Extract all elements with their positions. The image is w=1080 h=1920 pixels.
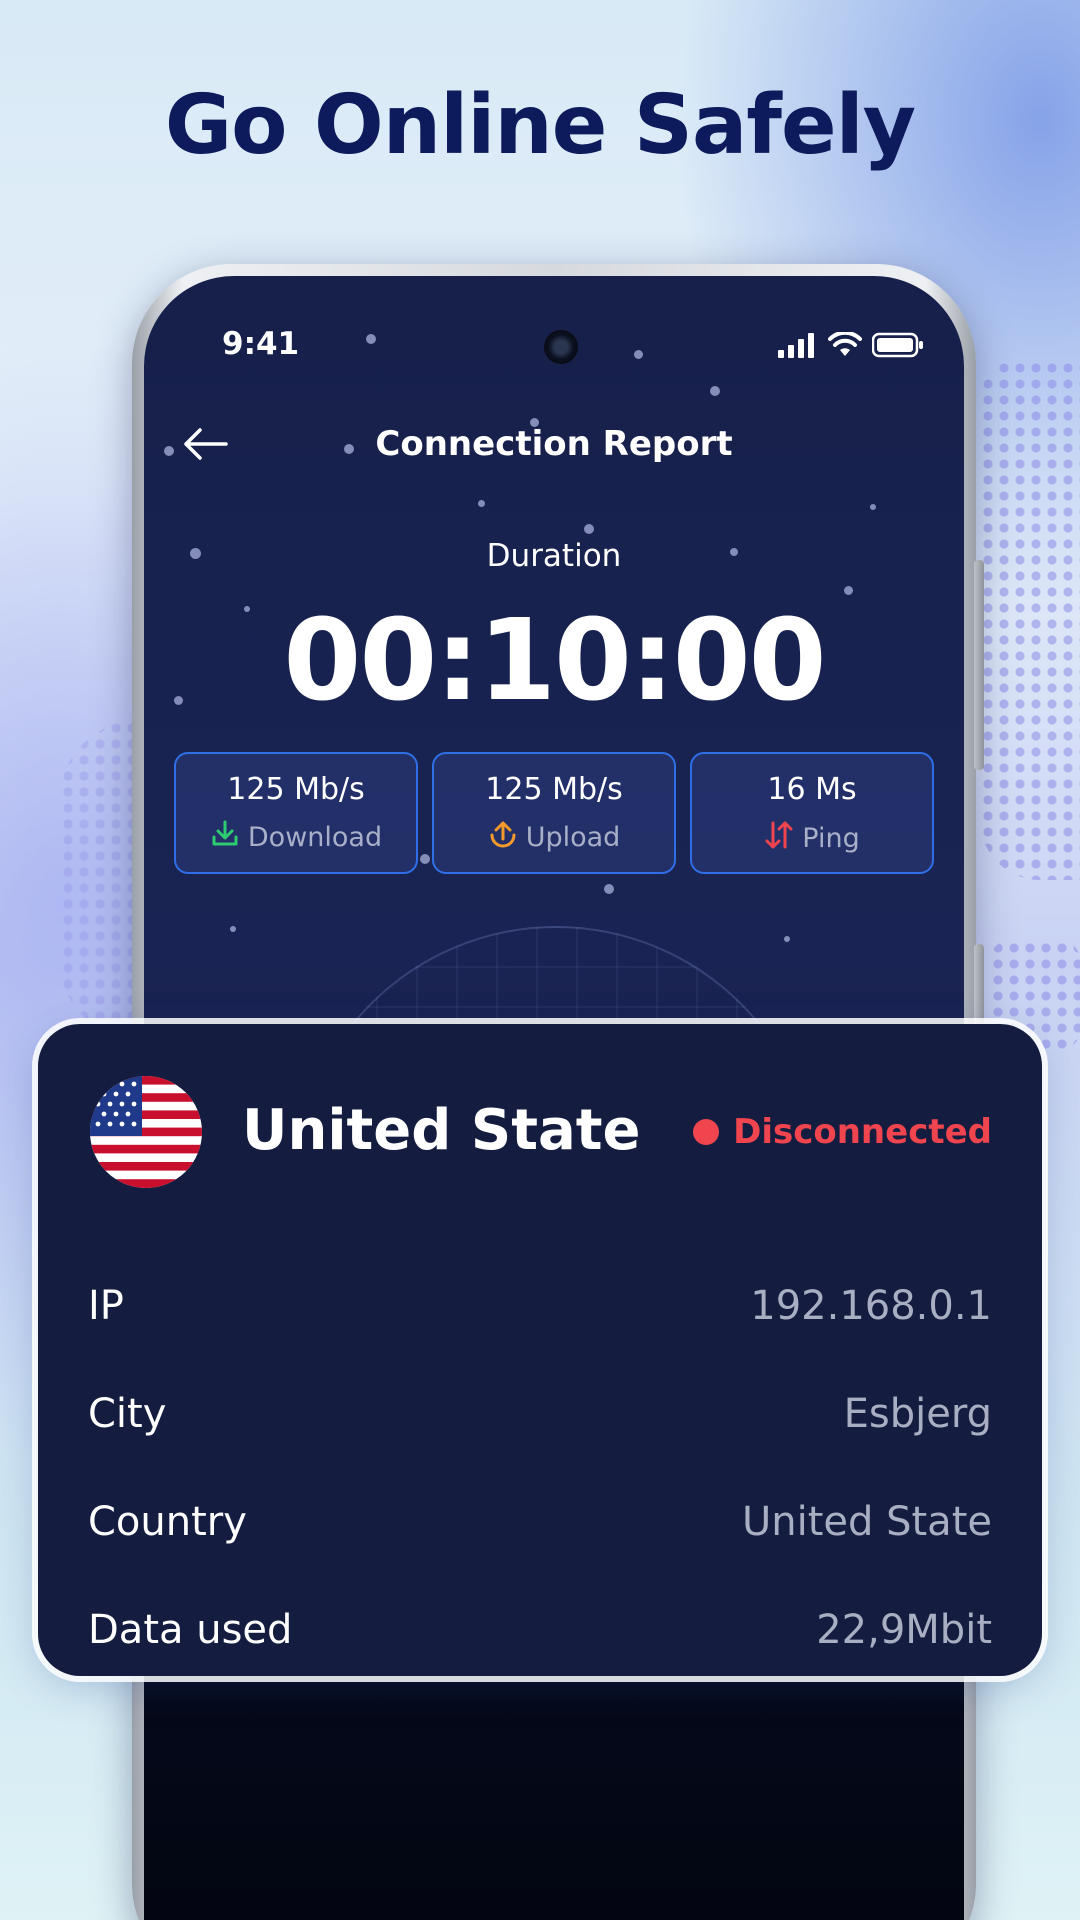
info-row-ip: IP 192.168.0.1 — [88, 1252, 992, 1360]
stat-value: 16 Ms — [767, 772, 857, 807]
stat-value: 125 Mb/s — [485, 772, 623, 807]
duration-value: 00:10:00 — [283, 596, 826, 726]
stat-label: Ping — [802, 823, 860, 854]
info-row-city: City Esbjerg — [88, 1360, 992, 1468]
status-time: 9:41 — [222, 326, 300, 362]
star-decoration — [604, 884, 614, 894]
battery-icon — [871, 332, 924, 362]
stat-label: Upload — [525, 822, 621, 853]
headline: Go Online Safely — [164, 78, 916, 173]
stat-upload: 125 Mb/s Upload — [432, 752, 676, 874]
status-bar: 9:41 — [144, 326, 964, 366]
info-value: Esbjerg — [843, 1391, 992, 1437]
star-decoration — [870, 504, 876, 510]
info-value: 22,9Mbit — [816, 1607, 992, 1653]
star-decoration — [710, 386, 720, 396]
info-label: Data used — [88, 1607, 293, 1653]
us-flag-icon — [90, 1076, 202, 1188]
info-label: Country — [88, 1499, 247, 1545]
promo-screen: Go Online Safely 9:41 Connection Report … — [0, 0, 1080, 1920]
star-decoration — [584, 524, 594, 534]
signal-icon — [778, 332, 818, 362]
ping-arrows-icon — [764, 819, 794, 858]
info-row-country: Country United State — [88, 1468, 992, 1576]
nav-bar: Connection Report — [144, 416, 964, 476]
front-camera — [544, 330, 578, 364]
stat-download: 125 Mb/s Download — [174, 752, 418, 874]
info-value: United State — [741, 1499, 992, 1545]
info-value: 192.168.0.1 — [750, 1283, 992, 1329]
page-title: Connection Report — [375, 424, 733, 464]
info-label: IP — [88, 1283, 124, 1329]
info-list: IP 192.168.0.1 City Esbjerg Country Unit… — [88, 1252, 992, 1684]
status-icons — [778, 330, 924, 362]
dotted-map-decoration — [60, 720, 140, 1040]
download-icon — [210, 819, 240, 856]
stat-label: Download — [247, 822, 383, 853]
star-decoration — [844, 586, 853, 595]
status-text: Disconnected — [733, 1112, 992, 1152]
stats-row: 125 Mb/s Download 125 Mb/s Upload 16 Ms … — [174, 752, 934, 874]
status-badge: Disconnected — [693, 1112, 992, 1152]
stat-ping: 16 Ms Ping — [690, 752, 934, 874]
star-decoration — [784, 936, 790, 942]
info-label: City — [88, 1391, 167, 1437]
phone-side-button — [974, 560, 984, 770]
stat-value: 125 Mb/s — [227, 772, 365, 807]
connection-card: United State Disconnected IP 192.168.0.1… — [38, 1024, 1042, 1676]
star-decoration — [478, 500, 485, 507]
status-dot-icon — [693, 1119, 720, 1145]
dotted-map-decoration — [980, 360, 1080, 880]
star-decoration — [230, 926, 236, 932]
info-row-data-used: Data used 22,9Mbit — [88, 1576, 992, 1684]
upload-icon — [488, 819, 518, 856]
country-name: United State — [242, 1098, 641, 1163]
wifi-icon — [828, 330, 862, 362]
duration-label: Duration — [486, 538, 622, 574]
